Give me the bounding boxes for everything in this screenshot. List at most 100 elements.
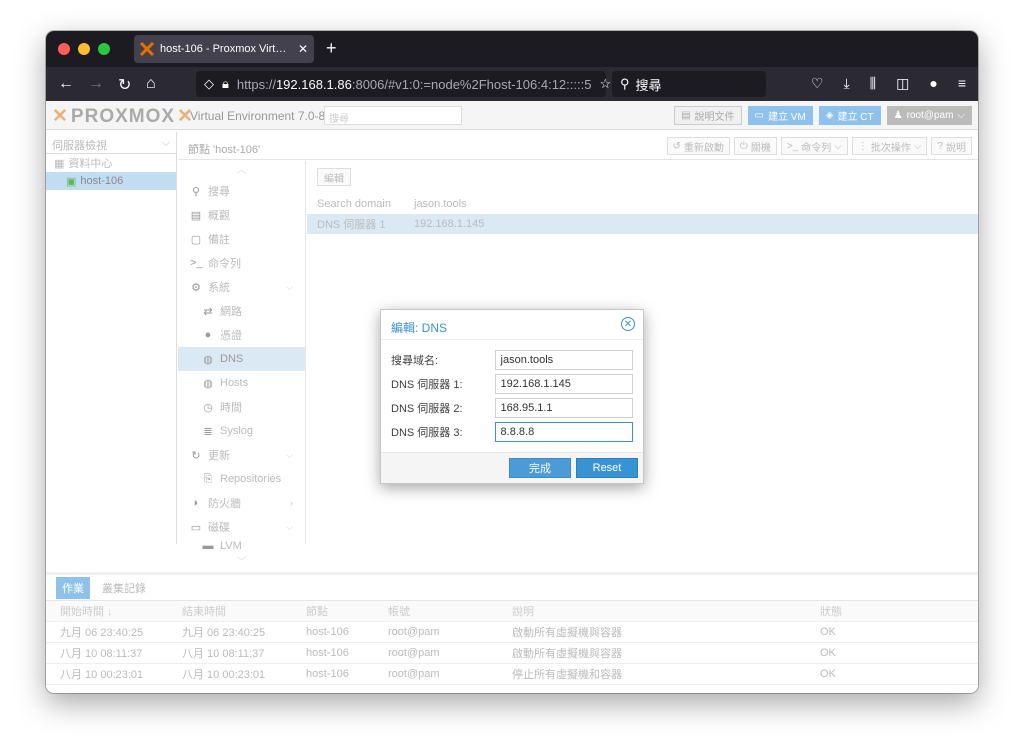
edit-button[interactable]: 編輯 [317,168,351,186]
tree-datacenter[interactable]: ▦ 資料中心 [46,154,176,172]
tab-bar: host-106 - Proxmox Virtual Envi ✕ + [46,31,978,67]
cell: OK [820,626,836,638]
cell: 停止所有虛擬機和容器 [512,669,622,681]
table-row[interactable]: 八月 10 00:23:01 八月 10 00:23:01 host-106 r… [46,664,978,685]
tab-tasks[interactable]: 作業 [56,576,90,599]
reset-button[interactable]: Reset [576,458,638,478]
menu-item-lvm[interactable]: ▬ LVM [178,539,305,553]
server-online-icon: ▣ [66,175,77,188]
home-icon[interactable]: ⌂ [146,75,156,93]
dns-server-1-input[interactable]: 192.168.1.145 [494,374,633,394]
tree-node-host-106[interactable]: ▣ host-106 [46,172,176,190]
menu-item-time[interactable]: ◷ 時間 [178,395,305,419]
bulk-actions-button[interactable]: ⋮ 批次操作 ⌵ [851,137,928,155]
zoom-window-button[interactable] [98,43,110,55]
create-ct-button[interactable]: ◈ 建立 CT [818,106,881,125]
download-icon[interactable]: ⤓ [843,75,849,92]
menu-item-notes[interactable]: ▢ 備註 [178,227,305,251]
table-row[interactable]: 八月 10 08:11:37 八月 10 08:11:37 host-106 r… [46,643,978,664]
shell-button[interactable]: >_ 命令列 ⌵ [780,137,848,155]
field-search-domain: 搜尋域名: jason.tools [391,350,633,370]
list-icon: ≣ [203,425,213,438]
column-user[interactable]: 帳號 [376,603,500,619]
menu-item-firewall[interactable]: ◗ 防火牆 › [178,491,305,515]
column-start-time[interactable]: 開始時間 ↓ [46,603,170,619]
forward-icon[interactable]: → [88,75,104,93]
shutdown-button[interactable]: ⏻ 關機 [733,137,777,155]
node-menu: ︿ ⚲ 搜尋 ▤ 概觀 ▢ 備註 >_ 命令列 ⚙ 系統 ⌵ ⇄ 網路 ● 憑證 ◍ DNS ◍ H… [178,161,306,568]
dns-row-server-1[interactable]: DNS 伺服器 1 192.168.1.145 [307,214,978,234]
tab-title: host-106 - Proxmox Virtual Envi [160,43,292,55]
menu-item-certificates[interactable]: ● 憑證 [178,323,305,347]
tab-close-icon[interactable]: ✕ [298,42,308,56]
menu-item-system[interactable]: ⚙ 系統 ⌵ [178,275,305,299]
help-icon: ? [937,140,943,152]
account-icon[interactable]: ● [929,75,937,92]
search-bar[interactable]: ⚲ 搜尋 [612,71,766,97]
reload-icon[interactable]: ↻ [118,75,131,95]
pve-search-input[interactable]: 搜尋 [324,106,462,125]
column-end-time[interactable]: 結束時間 [170,603,294,619]
column-description[interactable]: 說明 [500,603,808,619]
menu-item-disks[interactable]: ▭ 磁碟 ⌵ [178,515,305,539]
search-domain-input[interactable]: jason.tools [494,350,633,370]
navigation-bar: ← → ↻ ⌂ ◇ 🔒︎ https://192.168.1.86:8006/#… [46,67,978,101]
menu-item-repositories[interactable]: ⎘ Repositories [178,467,305,491]
cell: 八月 10 00:23:01 [60,669,144,681]
column-status[interactable]: 狀態 [808,603,978,619]
lock-icon[interactable]: 🔒︎ [222,76,229,92]
scroll-up-icon[interactable]: ︿ [178,161,305,179]
user-menu-button[interactable]: ♟ root@pam ⌵ [886,106,972,125]
menu-item-hosts[interactable]: ◍ Hosts [178,371,305,395]
pocket-icon[interactable]: ♡ [811,75,824,92]
task-tabs: 作業 叢集記錄 [46,575,978,601]
column-node[interactable]: 節點 [294,603,376,619]
search-bar-label: 搜尋 [635,77,662,93]
menu-item-network[interactable]: ⇄ 網路 [178,299,305,323]
browser-tab[interactable]: host-106 - Proxmox Virtual Envi ✕ [134,35,314,63]
url-bar[interactable]: ◇ 🔒︎ https://192.168.1.86:8006/#v1:0:=no… [196,71,611,97]
back-icon[interactable]: ← [58,75,74,93]
menu-item-shell[interactable]: >_ 命令列 [178,251,305,275]
chevron-down-icon: ⌵ [286,281,293,292]
monitor-icon: ▭ [754,110,764,121]
dns-server-2-input[interactable]: 168.95.1.1 [494,398,633,418]
url-host: 192.168.1.86 [275,76,352,92]
reboot-button[interactable]: ↺ 重新啟動 [666,137,730,155]
cell: OK [820,647,836,659]
menu-item-dns[interactable]: ◍ DNS [178,347,305,371]
table-row[interactable]: 九月 06 23:40:25 九月 06 23:40:25 host-106 r… [46,622,978,643]
shield-icon: ◗ [192,497,200,509]
new-tab-button[interactable]: + [326,38,337,59]
menu-item-syslog[interactable]: ≣ Syslog [178,419,305,443]
tab-cluster-log[interactable]: 叢集記錄 [96,577,152,599]
pve-version: Virtual Environment 7.0-8 [190,109,326,123]
view-selector[interactable]: 伺服器檢視 ⌵ [46,132,176,154]
field-dns-1: DNS 伺服器 1: 192.168.1.145 [391,374,633,394]
clock-icon: ◷ [203,401,213,414]
reboot-icon: ↺ [672,140,681,152]
dialog-title: 編輯: DNS [391,321,448,335]
library-icon[interactable]: ⫼ [870,75,876,92]
url-scheme: https:// [236,76,276,92]
field-dns-2: DNS 伺服器 2: 168.95.1.1 [391,398,633,418]
dns-server-3-input[interactable]: 8.8.8.8 [494,422,633,442]
create-vm-button[interactable]: ▭ 建立 VM [747,106,813,125]
menu-icon[interactable]: ≡ [958,75,966,92]
minimize-window-button[interactable] [78,43,90,55]
help-button[interactable]: ? 說明 [931,137,972,155]
close-window-button[interactable] [58,43,70,55]
scroll-down-icon[interactable]: ﹀ [178,553,305,568]
close-icon[interactable]: ✕ [621,317,635,331]
menu-item-search[interactable]: ⚲ 搜尋 [178,179,305,203]
system-icon: ⚙ [191,281,201,294]
menu-item-updates[interactable]: ↻ 更新 ⌵ [178,443,305,467]
sidebar-icon[interactable]: ◫ [896,75,909,92]
dns-row-search-domain[interactable]: Search domain jason.tools [307,194,978,214]
docs-button[interactable]: ▤ 說明文件 [674,106,742,125]
bookmark-star-icon[interactable]: ☆ [599,76,611,92]
cell: 九月 06 23:40:25 [60,627,144,639]
ok-button[interactable]: 完成 [509,458,571,478]
shield-icon[interactable]: ◇ [204,76,214,92]
menu-item-summary[interactable]: ▤ 概觀 [178,203,305,227]
